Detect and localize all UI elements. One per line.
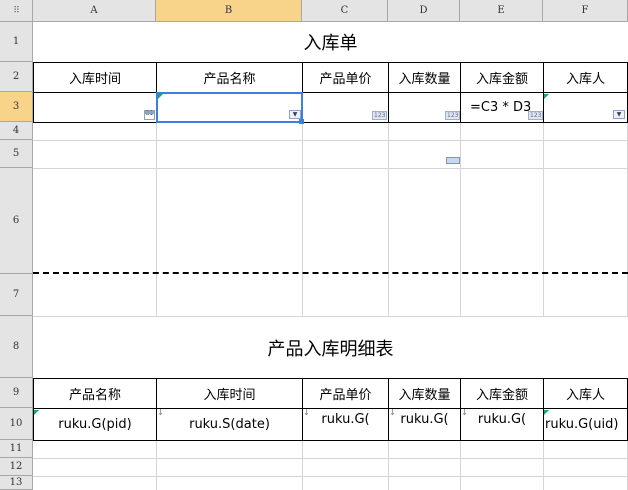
form-header-cell[interactable]: 产品名称 [156,62,303,93]
expand-arrow-icon: ↓ [461,408,468,417]
column-header-d[interactable]: D [388,0,460,22]
dropdown-arrow-icon[interactable]: ▼ [613,110,625,119]
column-header-f[interactable]: F [543,0,628,22]
column-header-c[interactable]: C [302,0,388,22]
row-header-6[interactable]: 6 [0,168,33,274]
calendar-icon[interactable]: 31 [144,110,155,120]
column-header-a[interactable]: A [33,0,156,22]
number-format-icon: 123 [445,111,461,120]
expand-arrow-icon: ↓ [157,408,164,417]
form-header-cell[interactable]: 入库人 [543,62,628,93]
row-header-4[interactable]: 4 [0,122,33,140]
column-header-e[interactable]: E [460,0,543,22]
row-header-7[interactable]: 7 [0,274,33,316]
cell-marker-icon [544,410,549,415]
row-header-2[interactable]: 2 [0,62,33,92]
row-header-8[interactable]: 8 [0,316,33,378]
row-header-3[interactable]: 3 [0,92,33,122]
row-header-9[interactable]: 9 [0,378,33,408]
detail-header-cell[interactable]: 产品名称 [33,378,157,409]
calendar-day-label: 31 [145,110,154,117]
gridline-horizontal [33,476,628,477]
number-format-icon: 123 [528,111,544,120]
selected-cell-b3[interactable] [156,92,303,123]
detail-value-cell[interactable]: ruku.G( [302,408,389,441]
detail-header-cell[interactable]: 入库金额 [460,378,544,409]
comment-marker[interactable] [446,157,460,164]
row-header-12[interactable]: 12 [0,458,33,476]
gridline-horizontal [33,168,628,169]
detail-header-cell[interactable]: 入库时间 [156,378,303,409]
detail-value-cell[interactable]: ruku.S(date) [156,408,303,441]
row-header-1[interactable]: 1 [0,22,33,62]
expand-arrow-icon: ↓ [303,408,310,417]
form-title[interactable]: 入库单 [33,22,628,62]
row-header-10[interactable]: 10 [0,408,33,440]
form-input-date[interactable] [33,92,157,123]
page-break-line [33,272,628,274]
select-all-corner[interactable]: ⠿ [0,0,33,22]
form-header-cell[interactable]: 入库时间 [33,62,157,93]
spreadsheet: ⠿ A B C D E F 1 2 3 4 5 6 7 8 9 10 11 12… [0,0,628,490]
expand-arrow-icon: ↓ [389,408,396,417]
detail-value-cell[interactable]: ruku.G( [460,408,544,441]
row-header-5[interactable]: 5 [0,140,33,168]
number-format-icon: 123 [372,111,388,120]
detail-value-cell[interactable]: ruku.G(pid) [33,408,157,441]
detail-header-cell[interactable]: 入库数量 [388,378,461,409]
detail-value-cell[interactable]: ruku.G(uid) [543,408,628,441]
gridline-horizontal [33,140,628,141]
detail-title[interactable]: 产品入库明细表 [33,317,628,378]
form-header-cell[interactable]: 入库数量 [388,62,461,93]
detail-header-cell[interactable]: 入库人 [543,378,628,409]
cell-marker-icon [34,410,39,415]
form-header-cell[interactable]: 入库金额 [460,62,544,93]
column-header-b[interactable]: B [156,0,302,22]
gridline-horizontal [33,458,628,459]
detail-header-cell[interactable]: 产品单价 [302,378,389,409]
form-header-cell[interactable]: 产品单价 [302,62,389,93]
cell-marker-icon [544,94,549,99]
row-header-11[interactable]: 11 [0,440,33,458]
detail-value-cell[interactable]: ruku.G( [388,408,461,441]
row-header-13[interactable]: 13 [0,476,33,490]
